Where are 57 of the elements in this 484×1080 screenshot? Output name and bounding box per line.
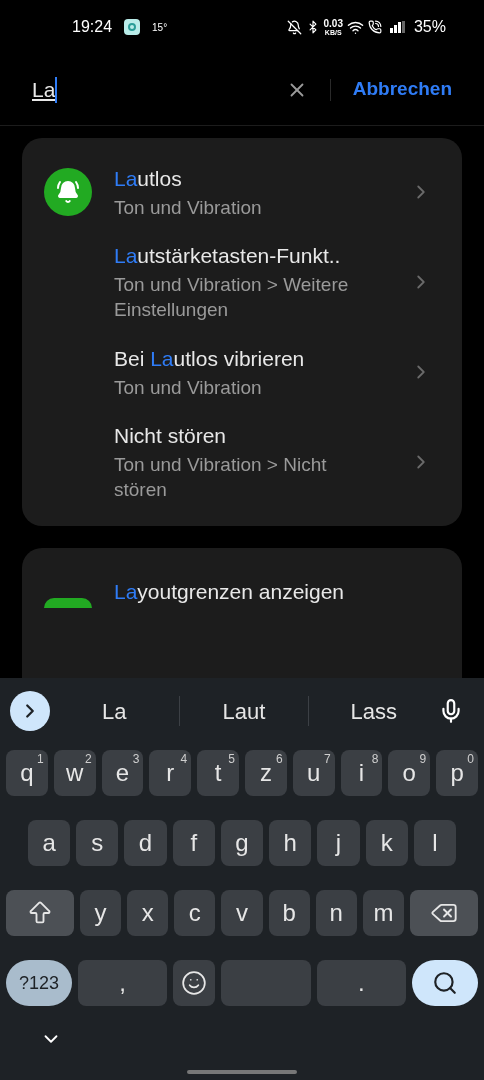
result-title: Bei Lautlos vibrieren	[114, 345, 306, 372]
keyboard-key[interactable]: l	[413, 820, 456, 866]
shift-key[interactable]	[6, 890, 74, 936]
result-title: Lautstärketasten-Funkt..	[114, 243, 342, 269]
result-path: Ton und Vibration > Nicht stören	[114, 453, 328, 502]
result-path: Ton und Vibration	[114, 195, 263, 220]
keyboard-key[interactable]: d	[124, 820, 167, 866]
keyboard-key[interactable]: g	[220, 820, 264, 866]
result-item[interactable]: Nicht stören Ton und Vibration > Nicht stören	[22, 412, 462, 512]
keyboard-key[interactable]: ,	[78, 960, 168, 1006]
backspace-key[interactable]	[410, 890, 478, 936]
keyboard-key[interactable]: s	[76, 820, 119, 866]
keyboard-key[interactable]: t 5	[197, 750, 239, 796]
bell-icon	[44, 168, 92, 216]
keyboard-key[interactable]: a	[28, 820, 71, 866]
result-path: Ton und Vibration > Weitere Einstellungen	[114, 273, 350, 322]
keyboard-key[interactable]: y	[80, 890, 122, 936]
search-field[interactable]: La	[32, 73, 286, 106]
keyboard-key[interactable]: i 8	[340, 750, 383, 796]
result-path: Ton und Vibration	[114, 375, 263, 400]
cancel-button[interactable]: Abbrechen	[352, 75, 452, 104]
battery-percent: 35%	[413, 17, 446, 37]
result-title: Lautlos	[114, 165, 183, 192]
suggestion[interactable]: Laut	[179, 694, 309, 728]
result-title: Nicht stören	[114, 423, 228, 449]
keyboard-key[interactable]: b	[268, 890, 310, 936]
network-speed: 0.03	[323, 18, 343, 29]
result-item[interactable]: Lautstärketasten-Funkt.. Ton und Vibration > Weitere Einstellungen	[22, 232, 462, 332]
temperature-text: 15°	[152, 20, 168, 35]
wifi-call-icon	[367, 20, 382, 34]
keyboard-key[interactable]: m	[362, 890, 404, 936]
signal-icon	[389, 21, 406, 33]
symbols-key[interactable]: ?123	[6, 960, 72, 1006]
search-key[interactable]	[412, 960, 478, 1006]
keyboard-key[interactable]: k	[365, 820, 408, 866]
keyboard-key[interactable]: .	[316, 960, 406, 1006]
keyboard-key[interactable]: v	[221, 890, 263, 936]
emoji-icon	[181, 970, 208, 996]
keyboard-key[interactable]: r 4	[149, 750, 192, 796]
result-item[interactable]: Lautlos Ton und Vibration	[22, 152, 462, 232]
keyboard-key[interactable]: h	[269, 820, 312, 866]
search-icon	[432, 970, 458, 996]
keyboard-key[interactable]: n	[315, 890, 357, 936]
keyboard-key[interactable]: c	[174, 890, 216, 936]
suggestion[interactable]: Lass	[309, 694, 438, 728]
keyboard-key[interactable]: x	[127, 890, 169, 936]
status-time: 19:24	[72, 17, 113, 37]
app-notification-icon	[124, 19, 141, 35]
keyboard-key[interactable]: j	[317, 820, 360, 866]
mute-icon	[286, 19, 302, 35]
suggestion[interactable]: La	[50, 694, 179, 728]
app-icon	[44, 598, 92, 608]
expand-toolbar-button[interactable]	[10, 691, 50, 731]
result-item[interactable]: Bei Lautlos vibrieren Ton und Vibration	[22, 332, 462, 412]
keyboard-key[interactable]: f	[172, 820, 215, 866]
emoji-key[interactable]	[173, 960, 216, 1006]
result-title: Layoutgrenzen anzeigen	[114, 579, 345, 605]
